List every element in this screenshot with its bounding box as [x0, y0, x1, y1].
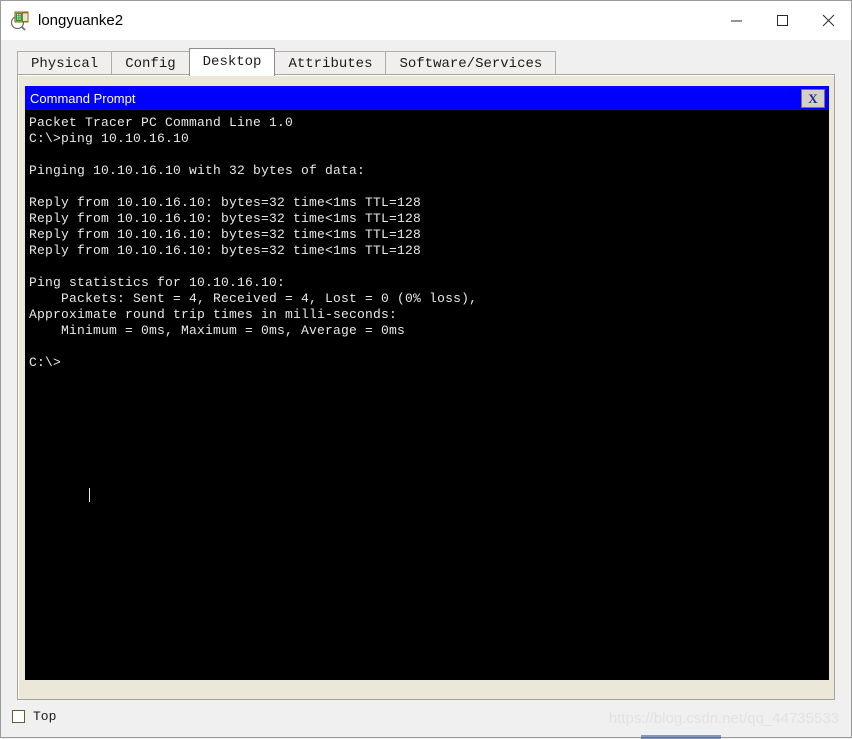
- tab-config[interactable]: Config: [111, 51, 190, 76]
- command-prompt-window: Command Prompt X Packet Tracer PC Comman…: [25, 86, 829, 686]
- tab-strip: Physical Config Desktop Attributes Softw…: [1, 40, 851, 76]
- maximize-icon[interactable]: [759, 1, 805, 40]
- command-prompt-title: Command Prompt: [30, 90, 136, 106]
- top-checkbox-label: Top: [33, 709, 57, 724]
- terminal-output-area[interactable]: Packet Tracer PC Command Line 1.0 C:\>pi…: [25, 110, 829, 680]
- minimize-icon[interactable]: [713, 1, 759, 40]
- command-prompt-titlebar: Command Prompt X: [25, 86, 829, 110]
- tab-software-services[interactable]: Software/Services: [385, 51, 557, 76]
- terminal-caret: [89, 488, 90, 502]
- top-checkbox[interactable]: [12, 710, 25, 723]
- packet-tracer-device-icon: [9, 10, 31, 32]
- window-titlebar: longyuanke2: [1, 1, 851, 40]
- bottom-accent-strip: [641, 735, 721, 739]
- close-icon[interactable]: [805, 1, 851, 40]
- bottom-bar: Top https://blog.csdn.net/qq_44735533: [1, 701, 851, 737]
- window-controls: [713, 1, 851, 40]
- tab-attributes[interactable]: Attributes: [274, 51, 387, 76]
- application-window: longyuanke2 Physical Config Desktop Attr…: [0, 0, 852, 739]
- watermark-text: https://blog.csdn.net/qq_44735533: [608, 710, 839, 727]
- tab-desktop[interactable]: Desktop: [188, 48, 276, 76]
- window-title: longyuanke2: [38, 12, 124, 29]
- top-checkbox-row[interactable]: Top: [12, 709, 56, 724]
- desktop-panel: Command Prompt X Packet Tracer PC Comman…: [17, 74, 835, 700]
- command-prompt-close-button[interactable]: X: [801, 89, 825, 108]
- terminal-text: Packet Tracer PC Command Line 1.0 C:\>pi…: [29, 115, 478, 370]
- tab-physical[interactable]: Physical: [17, 51, 113, 76]
